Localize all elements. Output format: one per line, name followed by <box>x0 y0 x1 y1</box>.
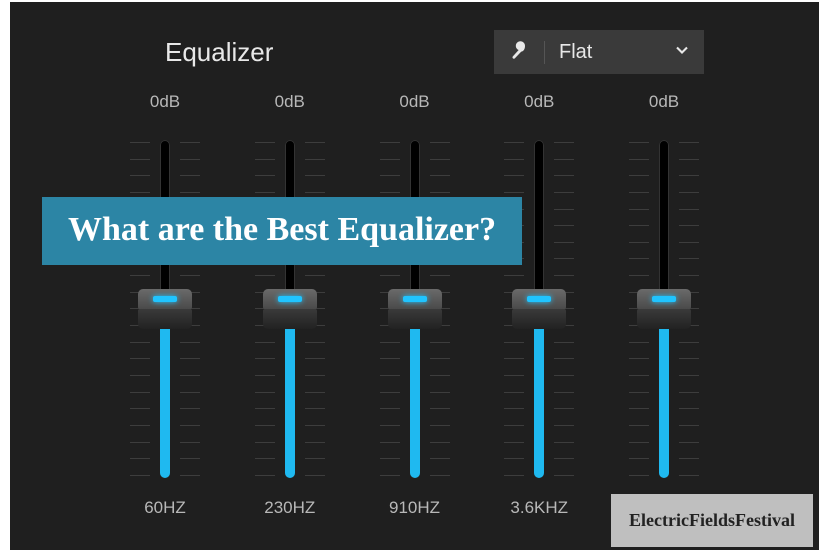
slider-thumb[interactable] <box>637 289 691 329</box>
page-title: Equalizer <box>165 37 273 68</box>
slider-fill <box>285 306 295 478</box>
eq-band: 0dB 910HZ <box>355 92 475 522</box>
slider-thumb[interactable] <box>263 289 317 329</box>
slider-thumb[interactable] <box>512 289 566 329</box>
eq-band: 0dB 3.6KHZ <box>479 92 599 522</box>
db-label: 0dB <box>524 92 554 116</box>
thumb-indicator-light <box>153 296 177 302</box>
db-label: 0dB <box>399 92 429 116</box>
chevron-down-icon <box>672 40 692 65</box>
overlay-heading: What are the Best Equalizer? <box>42 197 522 265</box>
freq-label: 60HZ <box>144 498 186 522</box>
slider-thumb[interactable] <box>388 289 442 329</box>
overlay-brand: ElectricFieldsFestival <box>611 494 813 547</box>
eq-band: 0dB14KHZ <box>604 92 724 522</box>
thumb-indicator-light <box>278 296 302 302</box>
eq-slider[interactable] <box>255 134 325 484</box>
eq-band: 0dB 230HZ <box>230 92 350 522</box>
freq-label: 3.6KHZ <box>510 498 568 522</box>
slider-fill <box>659 306 669 478</box>
eq-slider[interactable] <box>380 134 450 484</box>
eq-band: 0dB 60HZ <box>105 92 225 522</box>
preset-label: Flat <box>544 41 658 64</box>
eq-slider[interactable] <box>130 134 200 484</box>
thumb-indicator-light <box>527 296 551 302</box>
slider-fill <box>410 306 420 478</box>
db-label: 0dB <box>649 92 679 116</box>
slider-fill <box>160 306 170 478</box>
db-label: 0dB <box>275 92 305 116</box>
freq-label: 230HZ <box>264 498 315 522</box>
thumb-indicator-light <box>403 296 427 302</box>
db-label: 0dB <box>150 92 180 116</box>
equalizer-panel: Equalizer Flat 0dB60HZ0dB230HZ0dB910HZ0d… <box>10 2 819 550</box>
eq-slider[interactable] <box>629 134 699 484</box>
thumb-indicator-light <box>652 296 676 302</box>
freq-label: 910HZ <box>389 498 440 522</box>
eq-slider[interactable] <box>504 134 574 484</box>
preset-selector[interactable]: Flat <box>494 30 704 74</box>
header-row: Equalizer Flat <box>50 30 779 74</box>
microphone-icon <box>510 40 530 65</box>
slider-fill <box>534 306 544 478</box>
bands-container: 0dB 60HZ 0dB 230HZ 0dB 910HZ 0dB 3.6KHZ 0dB14KHZ <box>50 92 779 522</box>
slider-thumb[interactable] <box>138 289 192 329</box>
